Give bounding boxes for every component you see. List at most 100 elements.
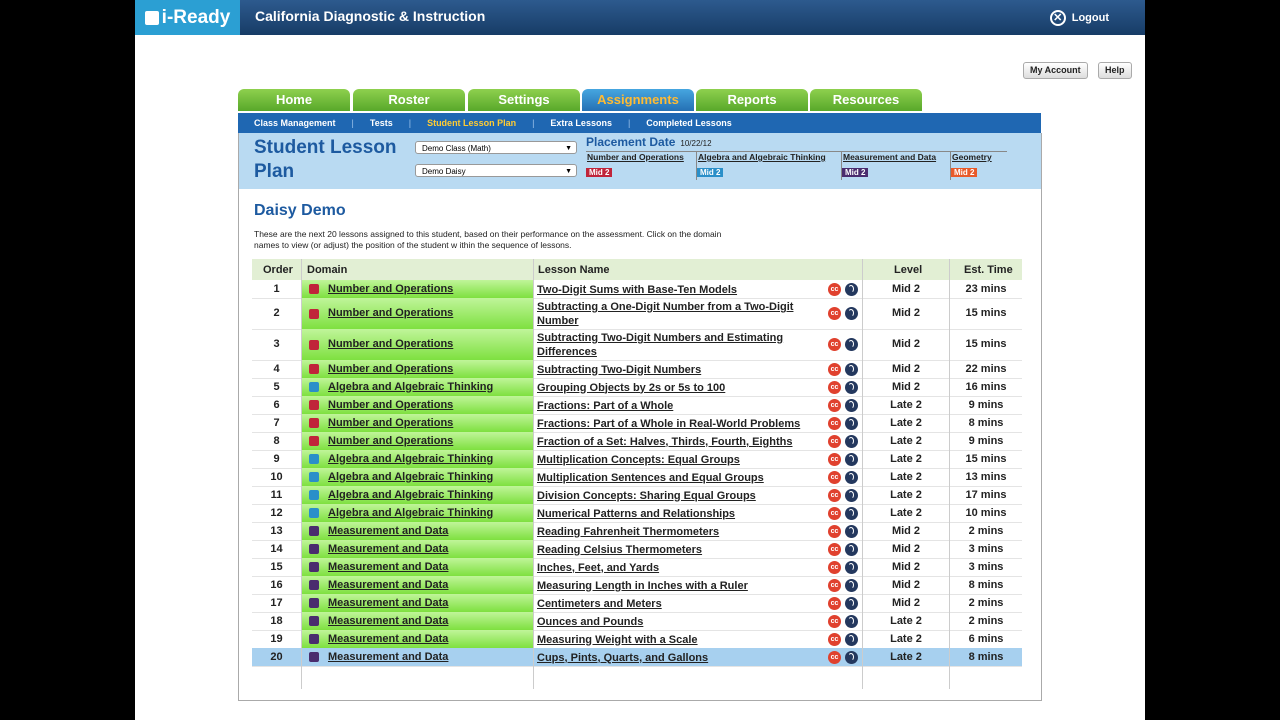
lesson-link[interactable]: Fractions: Part of a Whole xyxy=(537,399,822,413)
placement-domain-link[interactable]: Algebra and Algebraic Thinking xyxy=(697,152,841,162)
domain-link[interactable]: Measurement and Data xyxy=(328,579,448,591)
audio-icon[interactable] xyxy=(845,596,858,610)
closed-caption-icon[interactable]: cc xyxy=(828,282,841,296)
closed-caption-icon[interactable]: cc xyxy=(828,632,841,646)
tab-home[interactable]: Home xyxy=(238,89,350,111)
closed-caption-icon[interactable]: cc xyxy=(828,524,841,538)
tab-settings[interactable]: Settings xyxy=(468,89,580,111)
closed-caption-icon[interactable]: cc xyxy=(828,452,841,466)
lesson-link[interactable]: Cups, Pints, Quarts, and Gallons xyxy=(537,651,822,665)
audio-icon[interactable] xyxy=(845,282,858,296)
closed-caption-icon[interactable]: cc xyxy=(828,416,841,430)
lesson-link[interactable]: Multiplication Sentences and Equal Group… xyxy=(537,471,822,485)
domain-link[interactable]: Algebra and Algebraic Thinking xyxy=(328,471,493,483)
tab-reports[interactable]: Reports xyxy=(696,89,808,111)
domain-link[interactable]: Algebra and Algebraic Thinking xyxy=(328,507,493,519)
domain-link[interactable]: Measurement and Data xyxy=(328,615,448,627)
closed-caption-icon[interactable]: cc xyxy=(828,560,841,574)
domain-link[interactable]: Number and Operations xyxy=(328,399,453,411)
audio-icon[interactable] xyxy=(845,362,858,376)
closed-caption-icon[interactable]: cc xyxy=(828,307,841,320)
table-row[interactable]: 8 Number and Operations Fraction of a Set:… xyxy=(252,432,1022,451)
table-row[interactable]: 14 Measurement and Data Reading Celsius Th… xyxy=(252,540,1022,559)
table-row[interactable]: 12 Algebra and Algebraic Thinking Numerica… xyxy=(252,504,1022,523)
closed-caption-icon[interactable]: cc xyxy=(828,470,841,484)
lesson-link[interactable]: Inches, Feet, and Yards xyxy=(537,561,822,575)
audio-icon[interactable] xyxy=(845,488,858,502)
domain-link[interactable]: Number and Operations xyxy=(328,283,453,295)
domain-link[interactable]: Number and Operations xyxy=(328,307,453,319)
audio-icon[interactable] xyxy=(845,398,858,412)
table-row[interactable]: 9 Algebra and Algebraic Thinking Multiplic… xyxy=(252,450,1022,469)
audio-icon[interactable] xyxy=(845,560,858,574)
lesson-link[interactable]: Two-Digit Sums with Base-Ten Models xyxy=(537,283,822,297)
table-row[interactable]: 1 Number and Operations Two-Digit Sums wit… xyxy=(252,280,1022,299)
audio-icon[interactable] xyxy=(845,578,858,592)
table-row[interactable]: 11 Algebra and Algebraic Thinking Division… xyxy=(252,486,1022,505)
lesson-link[interactable]: Measuring Length in Inches with a Ruler xyxy=(537,579,822,593)
subnav-tests[interactable]: Tests xyxy=(354,118,393,128)
closed-caption-icon[interactable]: cc xyxy=(828,362,841,376)
audio-icon[interactable] xyxy=(845,542,858,556)
table-row[interactable]: 5 Algebra and Algebraic Thinking Grouping … xyxy=(252,378,1022,397)
logout-button[interactable]: ✕ Logout xyxy=(1049,0,1109,35)
closed-caption-icon[interactable]: cc xyxy=(828,338,841,351)
audio-icon[interactable] xyxy=(845,416,858,430)
tab-assignments[interactable]: Assignments xyxy=(582,89,694,111)
audio-icon[interactable] xyxy=(845,338,858,351)
closed-caption-icon[interactable]: cc xyxy=(828,596,841,610)
placement-domain-link[interactable]: Number and Operations xyxy=(586,152,696,162)
iready-logo[interactable]: i-Ready xyxy=(135,0,240,35)
my-account-button[interactable]: My Account xyxy=(1023,62,1088,79)
closed-caption-icon[interactable]: cc xyxy=(828,650,841,664)
table-row[interactable]: 3 Number and Operations Subtracting Two-Di… xyxy=(252,329,1022,361)
table-row[interactable]: 10 Algebra and Algebraic Thinking Multipli… xyxy=(252,468,1022,487)
audio-icon[interactable] xyxy=(845,632,858,646)
domain-link[interactable]: Measurement and Data xyxy=(328,597,448,609)
subnav-extra-lessons[interactable]: Extra Lessons xyxy=(534,118,612,128)
table-row[interactable]: 6 Number and Operations Fractions: Part of… xyxy=(252,396,1022,415)
audio-icon[interactable] xyxy=(845,452,858,466)
table-row[interactable]: 19 Measurement and Data Measuring Weight w… xyxy=(252,630,1022,649)
domain-link[interactable]: Number and Operations xyxy=(328,338,453,350)
class-select[interactable]: Demo Class (Math) ▼ xyxy=(415,141,577,154)
domain-link[interactable]: Algebra and Algebraic Thinking xyxy=(328,381,493,393)
closed-caption-icon[interactable]: cc xyxy=(828,614,841,628)
lesson-link[interactable]: Subtracting a One-Digit Number from a Tw… xyxy=(537,300,822,328)
table-row[interactable]: 15 Measurement and Data Inches, Feet, and … xyxy=(252,558,1022,577)
domain-link[interactable]: Measurement and Data xyxy=(328,525,448,537)
table-row[interactable]: 2 Number and Operations Subtracting a One-… xyxy=(252,298,1022,330)
domain-link[interactable]: Measurement and Data xyxy=(328,561,448,573)
domain-link[interactable]: Algebra and Algebraic Thinking xyxy=(328,453,493,465)
domain-link[interactable]: Measurement and Data xyxy=(328,651,448,663)
audio-icon[interactable] xyxy=(845,307,858,320)
domain-link[interactable]: Number and Operations xyxy=(328,435,453,447)
audio-icon[interactable] xyxy=(845,524,858,538)
lesson-link[interactable]: Centimeters and Meters xyxy=(537,597,822,611)
audio-icon[interactable] xyxy=(845,470,858,484)
closed-caption-icon[interactable]: cc xyxy=(828,506,841,520)
closed-caption-icon[interactable]: cc xyxy=(828,578,841,592)
lesson-link[interactable]: Reading Fahrenheit Thermometers xyxy=(537,525,822,539)
lesson-link[interactable]: Grouping Objects by 2s or 5s to 100 xyxy=(537,381,822,395)
placement-domain-link[interactable]: Measurement and Data xyxy=(842,152,950,162)
domain-link[interactable]: Algebra and Algebraic Thinking xyxy=(328,489,493,501)
lesson-link[interactable]: Numerical Patterns and Relationships xyxy=(537,507,822,521)
table-row[interactable]: 7 Number and Operations Fractions: Part of… xyxy=(252,414,1022,433)
tab-resources[interactable]: Resources xyxy=(810,89,922,111)
closed-caption-icon[interactable]: cc xyxy=(828,488,841,502)
audio-icon[interactable] xyxy=(845,506,858,520)
audio-icon[interactable] xyxy=(845,434,858,448)
closed-caption-icon[interactable]: cc xyxy=(828,542,841,556)
lesson-link[interactable]: Multiplication Concepts: Equal Groups xyxy=(537,453,822,467)
domain-link[interactable]: Number and Operations xyxy=(328,417,453,429)
table-row[interactable]: 4 Number and Operations Subtracting Two-Di… xyxy=(252,360,1022,379)
table-row[interactable]: 17 Measurement and Data Centimeters and Me… xyxy=(252,594,1022,613)
lesson-link[interactable]: Subtracting Two-Digit Numbers and Estima… xyxy=(537,331,822,359)
domain-link[interactable]: Measurement and Data xyxy=(328,633,448,645)
lesson-link[interactable]: Measuring Weight with a Scale xyxy=(537,633,822,647)
closed-caption-icon[interactable]: cc xyxy=(828,434,841,448)
subnav-completed-lessons[interactable]: Completed Lessons xyxy=(630,118,732,128)
table-row[interactable]: 13 Measurement and Data Reading Fahrenheit… xyxy=(252,522,1022,541)
audio-icon[interactable] xyxy=(845,614,858,628)
